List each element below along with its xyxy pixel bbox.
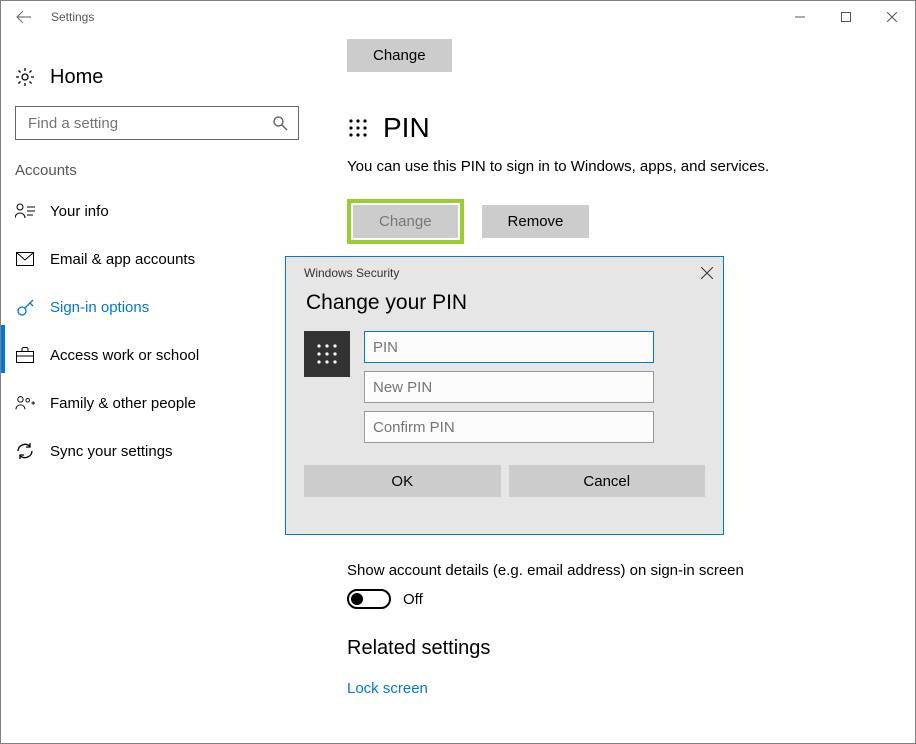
maximize-button[interactable]	[823, 1, 869, 33]
pin-keypad-icon	[347, 117, 369, 139]
lock-screen-link[interactable]: Lock screen	[347, 680, 887, 697]
maximize-icon	[841, 12, 851, 22]
current-pin-input[interactable]	[364, 331, 654, 363]
sidebar-item-signin[interactable]: Sign-in options	[15, 283, 313, 331]
category-header: Accounts	[15, 162, 313, 179]
change-button-top[interactable]: Change	[347, 39, 452, 72]
window-title: Settings	[51, 10, 94, 24]
briefcase-icon	[15, 347, 35, 363]
dialog-close-button[interactable]	[701, 267, 713, 279]
show-account-details-label: Show account details (e.g. email address…	[347, 562, 887, 579]
pin-heading: PIN	[383, 112, 430, 144]
sidebar-item-email[interactable]: Email & app accounts	[15, 235, 313, 283]
pin-description: You can use this PIN to sign in to Windo…	[347, 158, 887, 175]
dialog-title: Windows Security	[304, 266, 399, 280]
related-settings-heading: Related settings	[347, 637, 887, 660]
ok-button[interactable]: OK	[304, 465, 501, 497]
sidebar-item-label: Sync your settings	[50, 443, 173, 460]
sidebar-item-label: Your info	[50, 203, 109, 220]
person-lines-icon	[15, 203, 35, 219]
close-icon	[887, 12, 897, 22]
show-details-toggle[interactable]	[347, 589, 391, 609]
minimize-icon	[795, 12, 805, 22]
remove-pin-button[interactable]: Remove	[482, 205, 590, 238]
people-plus-icon	[15, 395, 35, 411]
sidebar-item-label: Family & other people	[50, 395, 196, 412]
search-input[interactable]	[26, 114, 272, 133]
confirm-pin-input[interactable]	[364, 411, 654, 443]
home-label: Home	[50, 66, 103, 89]
gear-icon	[15, 67, 35, 87]
sidebar-item-label: Email & app accounts	[50, 251, 195, 268]
back-button[interactable]	[1, 1, 47, 33]
search-icon	[272, 115, 288, 131]
sidebar-item-family[interactable]: Family & other people	[15, 379, 313, 427]
toggle-state: Off	[403, 591, 423, 608]
sidebar-item-access-work[interactable]: Access work or school	[15, 331, 313, 379]
close-button[interactable]	[869, 1, 915, 33]
cancel-button[interactable]: Cancel	[509, 465, 706, 497]
sidebar: Home Accounts Your info Email & app acco…	[1, 33, 313, 743]
new-pin-input[interactable]	[364, 371, 654, 403]
dialog-heading: Change your PIN	[306, 291, 705, 315]
change-button-highlight: Change	[347, 199, 464, 244]
search-box[interactable]	[15, 106, 299, 140]
back-arrow-icon	[16, 9, 32, 25]
change-pin-dialog: Windows Security Change your PIN OK Ca	[285, 256, 724, 535]
keypad-icon	[304, 331, 350, 377]
sidebar-item-label: Access work or school	[50, 347, 199, 364]
home-button[interactable]: Home	[15, 53, 313, 101]
key-icon	[15, 298, 35, 317]
window-titlebar: Settings	[1, 1, 915, 33]
close-icon	[701, 267, 713, 279]
envelope-icon	[15, 252, 35, 266]
change-pin-button[interactable]: Change	[353, 205, 458, 238]
sidebar-item-your-info[interactable]: Your info	[15, 187, 313, 235]
sidebar-item-sync[interactable]: Sync your settings	[15, 427, 313, 475]
sync-icon	[15, 442, 35, 460]
sidebar-item-label: Sign-in options	[50, 299, 149, 316]
minimize-button[interactable]	[777, 1, 823, 33]
